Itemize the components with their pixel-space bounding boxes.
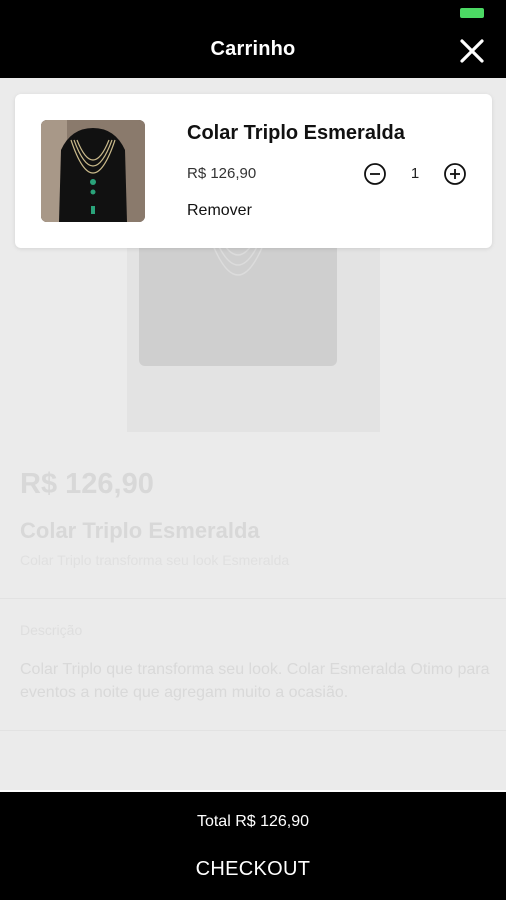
product-price: R$ 126,90	[20, 468, 154, 500]
divider	[0, 598, 506, 599]
cart-total: Total R$ 126,90	[196, 813, 310, 830]
divider	[0, 730, 506, 731]
close-icon	[460, 39, 484, 63]
battery-icon	[460, 8, 484, 18]
checkout-bar: Total R$ 126,90 CHECKOUT	[0, 792, 506, 900]
increase-quantity-button[interactable]	[443, 162, 467, 186]
necklace-photo	[41, 120, 145, 222]
cart-item-price: R$ 126,90	[187, 165, 257, 182]
quantity-value: 1	[410, 165, 420, 182]
cart-item-name: Colar Triplo Esmeralda	[187, 122, 405, 144]
header-bar: Carrinho	[0, 0, 506, 78]
page-title: Carrinho	[210, 38, 296, 60]
product-description: Colar Triplo que transforma seu look. Co…	[20, 661, 490, 701]
product-subtitle: Colar Triplo transforma seu look Esmeral…	[20, 552, 290, 568]
remove-item-link[interactable]: Remover	[187, 202, 252, 220]
cart-item-card: Colar Triplo Esmeralda R$ 126,90 1 Remov…	[15, 94, 492, 248]
close-button[interactable]	[458, 37, 486, 65]
checkout-button[interactable]: CHECKOUT	[0, 858, 506, 890]
product-thumbnail[interactable]	[41, 120, 145, 222]
product-name: Colar Triplo Esmeralda	[20, 518, 260, 543]
plus-circle-icon	[444, 163, 466, 185]
minus-circle-icon	[364, 163, 386, 185]
quantity-stepper: 1	[363, 162, 467, 186]
description-label: Descrição	[20, 622, 83, 638]
decrease-quantity-button[interactable]	[363, 162, 387, 186]
